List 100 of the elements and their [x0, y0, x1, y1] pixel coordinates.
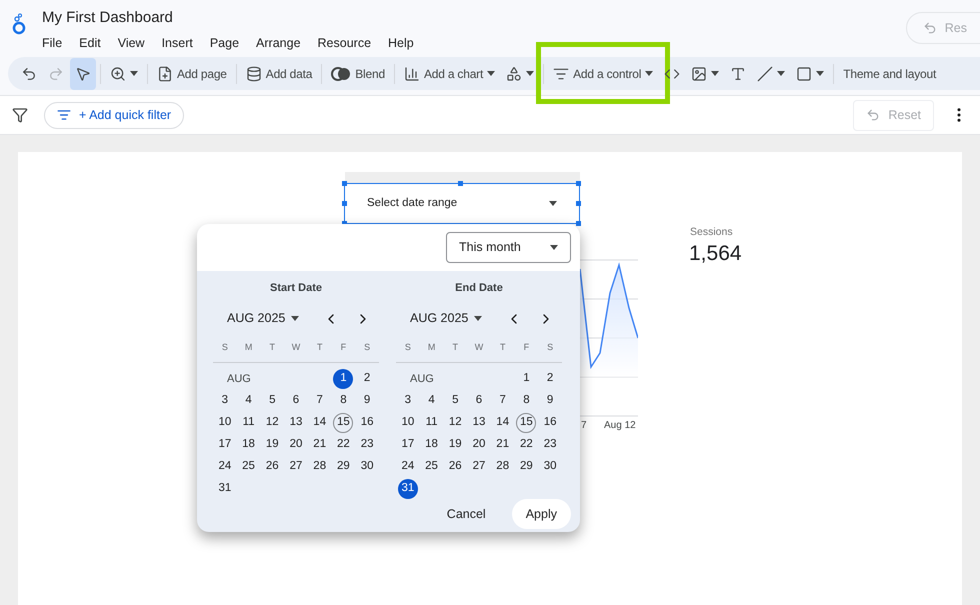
- calendar-day[interactable]: 17: [214, 435, 235, 455]
- calendar-day[interactable]: 7: [492, 391, 513, 411]
- filter-icon: [553, 66, 570, 82]
- cancel-button[interactable]: Cancel: [432, 499, 500, 529]
- calendar-day[interactable]: 22: [333, 435, 354, 455]
- apply-button[interactable]: Apply: [512, 499, 571, 529]
- caret-icon: [550, 245, 558, 250]
- calendar-day[interactable]: 4: [422, 391, 442, 411]
- calendar-day[interactable]: 11: [238, 413, 259, 433]
- calendar-day[interactable]: 21: [492, 435, 513, 455]
- database-icon: [246, 66, 262, 82]
- calendar-day[interactable]: 8: [516, 391, 536, 411]
- calendar-day[interactable]: 29: [333, 457, 354, 477]
- calendar-day[interactable]: 11: [422, 413, 442, 433]
- calendar-day[interactable]: 13: [286, 413, 306, 433]
- menu-item[interactable]: File: [42, 34, 62, 53]
- preset-dropdown[interactable]: This month: [446, 232, 571, 263]
- calendar-day[interactable]: 1: [516, 369, 536, 389]
- calendar-day[interactable]: 4: [238, 391, 259, 411]
- calendar-day[interactable]: 5: [445, 391, 466, 411]
- calendar-day[interactable]: 20: [286, 435, 306, 455]
- report-title[interactable]: My First Dashboard: [42, 8, 414, 28]
- calendar-day[interactable]: 10: [214, 413, 235, 433]
- calendar-day[interactable]: 23: [540, 435, 560, 455]
- calendar-day[interactable]: 5: [262, 391, 282, 411]
- calendar-day[interactable]: 10: [398, 413, 418, 433]
- calendar-day[interactable]: 30: [540, 457, 560, 477]
- calendar-day[interactable]: 26: [262, 457, 282, 477]
- menu-item[interactable]: Arrange: [256, 34, 301, 53]
- resize-handle[interactable]: [458, 181, 463, 186]
- calendar-day[interactable]: 18: [238, 435, 259, 455]
- axis-label: Aug 12: [604, 419, 636, 433]
- calendar-day[interactable]: 24: [398, 457, 418, 477]
- select-tool-button[interactable]: [70, 58, 96, 90]
- resize-handle[interactable]: [576, 221, 581, 226]
- calendar-day[interactable]: 3: [398, 391, 418, 411]
- weekday-label: M: [244, 340, 254, 354]
- calendar-day[interactable]: 28: [310, 457, 330, 477]
- calendar-day[interactable]: 30: [357, 457, 378, 477]
- calendar-day[interactable]: 23: [357, 435, 378, 455]
- caret-icon: [291, 316, 300, 321]
- calendar-day[interactable]: 28: [492, 457, 513, 477]
- calendar-day[interactable]: 29: [516, 457, 536, 477]
- calendar-day[interactable]: 13: [468, 413, 489, 433]
- menu-item[interactable]: Help: [388, 34, 414, 53]
- calendar-day[interactable]: 7: [310, 391, 330, 411]
- calendar-day[interactable]: 17: [398, 435, 418, 455]
- calendar-day[interactable]: 8: [333, 391, 354, 411]
- theme-tool-button[interactable]: Theme and layout: [838, 58, 942, 90]
- calendar-day[interactable]: 26: [445, 457, 466, 477]
- filter-icon[interactable]: [12, 107, 28, 123]
- calendar-day[interactable]: 1: [333, 369, 354, 389]
- calendar-day[interactable]: 18: [422, 435, 442, 455]
- resize-handle[interactable]: [342, 181, 347, 186]
- calendar-day[interactable]: 21: [310, 435, 330, 455]
- calendar-day[interactable]: 22: [516, 435, 536, 455]
- weekday-label: T: [268, 340, 276, 354]
- calendar-day[interactable]: 9: [357, 391, 378, 411]
- calendar-day[interactable]: 2: [357, 369, 378, 389]
- menu-item[interactable]: Resource: [318, 34, 372, 53]
- menu-item[interactable]: View: [118, 34, 145, 53]
- data-tool-button[interactable]: Add data: [240, 58, 318, 90]
- calendar-day[interactable]: 6: [286, 391, 306, 411]
- calendar-day[interactable]: 2: [540, 369, 560, 389]
- scorecard-value: 1,564: [689, 241, 742, 267]
- calendar-day[interactable]: 19: [445, 435, 466, 455]
- calendar-day[interactable]: 31: [214, 479, 235, 499]
- add-quick-filter-button[interactable]: + Add quick filter: [44, 102, 184, 128]
- control-tool-button[interactable]: Add a control: [548, 58, 658, 90]
- calendar-day[interactable]: 6: [468, 391, 489, 411]
- menu-item[interactable]: Page: [210, 34, 240, 53]
- page-tool-button[interactable]: Add page: [152, 58, 232, 90]
- calendar-day[interactable]: 14: [310, 413, 330, 433]
- calendar-day[interactable]: 14: [492, 413, 513, 433]
- menu-item[interactable]: Edit: [79, 34, 101, 53]
- calendar-day[interactable]: 27: [468, 457, 489, 477]
- resize-handle[interactable]: [576, 201, 581, 206]
- calendar-day[interactable]: 16: [357, 413, 378, 433]
- calendar-day[interactable]: 12: [445, 413, 466, 433]
- calendar-day[interactable]: 19: [262, 435, 282, 455]
- calendar-day[interactable]: 15: [516, 413, 536, 433]
- date-range-control[interactable]: Select date range: [344, 183, 580, 224]
- menu-item[interactable]: Insert: [162, 34, 193, 53]
- chart-tool-button[interactable]: Add a chart: [398, 58, 500, 90]
- resize-handle[interactable]: [342, 201, 347, 206]
- calendar-day[interactable]: 25: [422, 457, 442, 477]
- month-dropdown[interactable]: AUG 2025: [396, 309, 482, 328]
- resize-handle[interactable]: [576, 181, 581, 186]
- calendar-day[interactable]: 15: [333, 413, 354, 433]
- calendar-day[interactable]: 20: [468, 435, 489, 455]
- calendar-day[interactable]: 9: [540, 391, 560, 411]
- calendar-day[interactable]: 27: [286, 457, 306, 477]
- calendar-day[interactable]: 25: [238, 457, 259, 477]
- calendar-day[interactable]: 12: [262, 413, 282, 433]
- blend-tool-button[interactable]: Blend: [326, 58, 390, 90]
- calendar-day[interactable]: 31: [398, 479, 418, 499]
- calendar-day[interactable]: 3: [214, 391, 235, 411]
- calendar-day[interactable]: 24: [214, 457, 235, 477]
- month-dropdown[interactable]: AUG 2025: [213, 309, 300, 328]
- calendar-day[interactable]: 16: [540, 413, 560, 433]
